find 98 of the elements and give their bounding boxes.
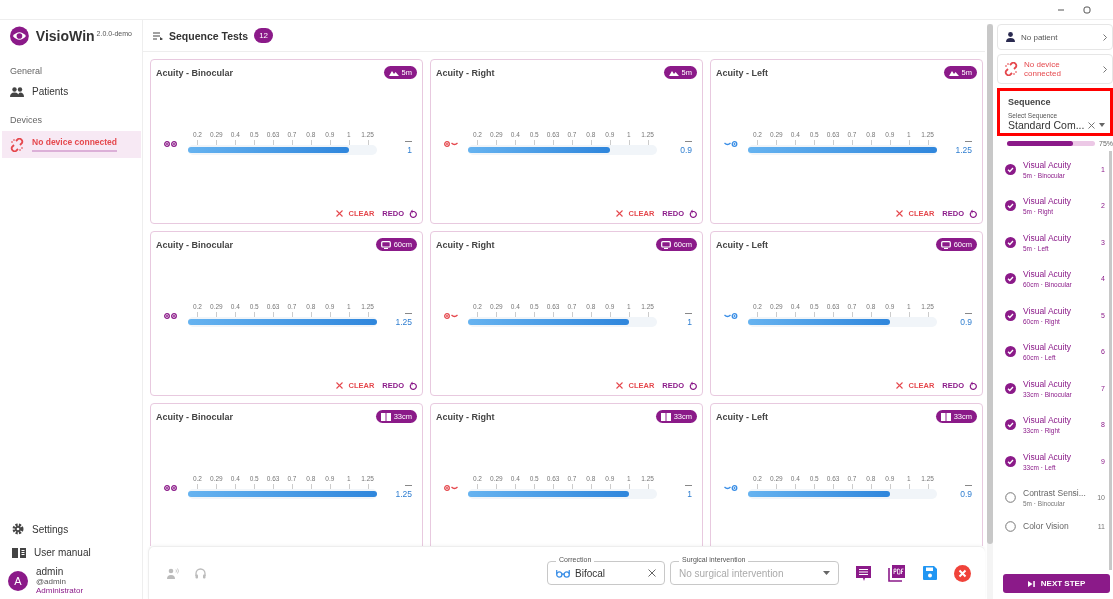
step-title: Visual Acuity [1023, 159, 1073, 170]
step-title: Contrast Sensi... [1023, 488, 1087, 499]
broken-link-icon [10, 137, 24, 152]
skip-next-icon [1027, 580, 1035, 587]
broken-link-icon [1004, 62, 1018, 76]
close-icon [616, 382, 624, 389]
eyes-icon [164, 141, 178, 147]
eyes-icon [164, 485, 178, 491]
glasses-icon [556, 568, 570, 578]
acuity-value: 1 [687, 317, 692, 327]
undo-arrow-icon [689, 381, 697, 390]
monitor-icon [380, 240, 391, 249]
undo-arrow-icon [409, 381, 417, 390]
mountain-icon [668, 69, 679, 76]
dropdown-caret-icon [823, 571, 830, 575]
step-title: Visual Acuity [1023, 342, 1073, 353]
step-title: Visual Acuity [1023, 378, 1073, 389]
card-title: Acuity - Right [436, 239, 495, 250]
card-title: Acuity - Right [436, 67, 495, 78]
mountain-icon [388, 69, 399, 76]
user-handle: @admin [36, 577, 67, 586]
step-title: Visual Acuity [1023, 415, 1073, 426]
card-title: Acuity - Left [716, 67, 768, 78]
step-title: Color Vision [1023, 521, 1070, 531]
gear-icon [12, 523, 24, 535]
clear-icon[interactable] [1088, 121, 1096, 129]
pdf-document-icon[interactable] [888, 564, 906, 582]
user-name: admin [36, 566, 65, 577]
undo-arrow-icon [969, 209, 977, 218]
acuity-value: 0.9 [960, 317, 972, 327]
book-icon [660, 412, 671, 421]
person-icon [1006, 32, 1015, 42]
monitor-icon [660, 240, 671, 249]
undo-arrow-icon [969, 381, 977, 390]
page-title: Sequence Tests [169, 29, 249, 42]
close-icon [336, 210, 344, 217]
comment-icon[interactable] [855, 564, 872, 582]
nav-item[interactable]: Settings [0, 517, 142, 541]
patient-card[interactable]: No patient [997, 24, 1113, 50]
device-card[interactable]: No device connected [997, 54, 1113, 84]
patient-status: No patient [1021, 32, 1059, 42]
people-icon [10, 86, 24, 97]
eyes-icon [444, 141, 458, 147]
acuity-value: 1.25 [395, 489, 412, 499]
card-title: Acuity - Right [436, 411, 495, 422]
step-title: Visual Acuity [1023, 451, 1073, 462]
close-icon [896, 382, 904, 389]
acuity-value: 1.25 [395, 317, 412, 327]
eyes-icon [164, 313, 178, 319]
playlist-icon [153, 31, 163, 40]
save-icon[interactable] [922, 565, 938, 581]
card-title: Acuity - Left [716, 239, 768, 250]
next-step-button[interactable]: NEXT STEP [1003, 574, 1110, 593]
eyes-icon [444, 485, 458, 491]
acuity-value: 1 [407, 145, 412, 155]
eyes-icon [444, 313, 458, 319]
book-icon [12, 547, 26, 558]
step-title: Visual Acuity [1023, 269, 1073, 280]
acuity-value: 0.9 [960, 489, 972, 499]
step-title: Visual Acuity [1023, 305, 1073, 316]
card-title: Acuity - Binocular [156, 239, 233, 250]
undo-arrow-icon [689, 209, 697, 218]
nav-item[interactable]: User manual [0, 541, 142, 564]
device-status: No device connected [1024, 60, 1062, 78]
section-title: Sequence [1008, 97, 1052, 107]
clear-icon[interactable] [648, 569, 656, 577]
step-title: Visual Acuity [1023, 232, 1073, 243]
book-icon [940, 412, 951, 421]
acuity-value: 1.25 [955, 145, 972, 155]
acuity-value: 0.9 [680, 145, 692, 155]
undo-arrow-icon [409, 209, 417, 218]
eye-logo-icon [10, 26, 29, 46]
eyes-icon [724, 141, 738, 147]
close-icon [616, 210, 624, 217]
card-title: Acuity - Left [716, 411, 768, 422]
section-heading: General [9, 65, 44, 78]
acuity-value: 1 [687, 489, 692, 499]
nav-item[interactable]: Patients [0, 82, 142, 101]
card-title: Acuity - Binocular [156, 67, 233, 78]
eyes-icon [724, 485, 738, 491]
eyes-icon [724, 313, 738, 319]
user-role: Administrator [36, 586, 84, 595]
close-icon[interactable] [954, 564, 971, 582]
user-avatar: A [8, 570, 28, 591]
chevron-icon [1103, 65, 1107, 73]
mountain-icon [948, 69, 959, 76]
book-icon [380, 412, 391, 421]
count-badge: 12 [254, 28, 274, 43]
close-icon [896, 210, 904, 217]
chevron-icon [1103, 33, 1107, 41]
step-title: Visual Acuity [1023, 196, 1073, 207]
section-heading: Devices [9, 114, 43, 127]
restore-icon[interactable] [1083, 5, 1091, 14]
dropdown-caret-icon [1099, 123, 1106, 127]
close-icon [336, 382, 344, 389]
card-title: Acuity - Binocular [156, 411, 233, 422]
monitor-icon [940, 240, 951, 249]
app-name: VisioWin [35, 28, 95, 44]
